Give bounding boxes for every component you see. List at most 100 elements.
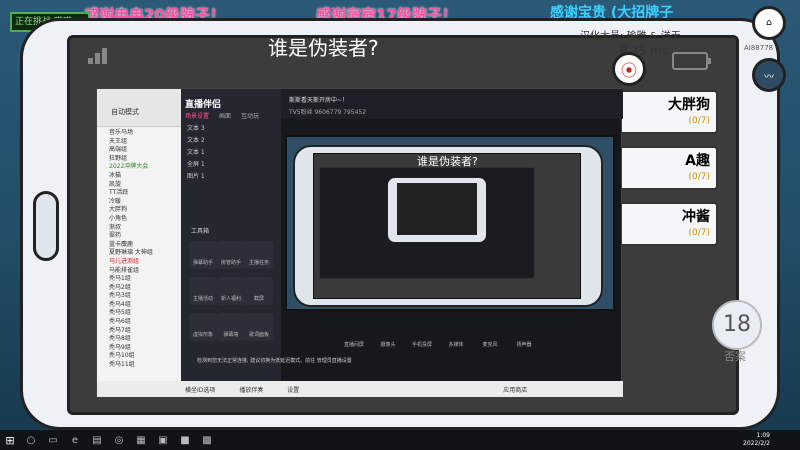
toolbox-grid: 弹幕助手 房管助手 主播任务 主播活动 新人福利 截屏 虚拟形象 弹幕墙 歌词面… bbox=[189, 241, 275, 341]
scene-tabs: 场景设置 画面 互动玩 bbox=[185, 111, 259, 120]
edge-icon[interactable]: e bbox=[64, 430, 86, 450]
app-logo: 直播伴侣 bbox=[185, 100, 222, 110]
tool-button[interactable]: 新人福利 bbox=[217, 277, 245, 305]
room-list-item[interactable]: 高端组 bbox=[97, 144, 181, 153]
room-list-header: 自动模式 bbox=[97, 89, 181, 127]
room-list-item[interactable]: 小角色 bbox=[97, 213, 181, 222]
room-list-item[interactable]: 秃马7组 bbox=[97, 325, 181, 334]
player-card-2: A趣 (0/7) bbox=[618, 146, 718, 190]
source-list: 文本 3 文本 2 文本 1 全屏 1 图片 1 bbox=[187, 123, 205, 183]
status-item[interactable]: 播放伴奏 bbox=[239, 387, 263, 394]
room-list-item[interactable]: 马儿进测组 bbox=[97, 256, 181, 265]
tab-interact[interactable]: 互动玩 bbox=[241, 111, 259, 120]
clock-date: 2022/2/2 bbox=[743, 440, 770, 447]
status-item[interactable]: 设置 bbox=[287, 387, 299, 394]
player-score: (0/7) bbox=[688, 228, 710, 238]
toolbox-label: 工具箱 bbox=[191, 228, 210, 235]
room-list-item[interactable]: 秃马4组 bbox=[97, 299, 181, 308]
room-list-item[interactable]: 渐叔 bbox=[97, 222, 181, 231]
room-list-item[interactable]: 凯旋 bbox=[97, 179, 181, 188]
tool-button[interactable]: 歌词面板 bbox=[245, 313, 273, 341]
room-title: 斯斯看天斯开房中~！ bbox=[289, 97, 349, 104]
countdown-timer: 18 bbox=[712, 300, 762, 350]
room-list-item[interactable]: 秃马6组 bbox=[97, 316, 181, 325]
stream-preview: 谁是伪装者? bbox=[285, 135, 615, 311]
media-button[interactable]: 多媒体 bbox=[443, 331, 469, 348]
streaming-app-window: 自动模式 音乐马场 天王组 高端组 狂野组 2022冲牌大会 冰猫 凯旋 TT活跃 冷暖 大胖狗小… bbox=[96, 88, 623, 397]
room-list-item[interactable]: 秃马10组 bbox=[97, 350, 181, 359]
alarm-icon[interactable]: ⦿ bbox=[612, 52, 646, 86]
room-list-item[interactable]: 冰猫 bbox=[97, 170, 181, 179]
tool-button[interactable]: 主播任务 bbox=[245, 241, 273, 269]
clock-time: 1:09 bbox=[756, 432, 770, 439]
room-list-item[interactable]: 大胖狗 bbox=[97, 204, 181, 213]
player-score: (0/7) bbox=[688, 116, 710, 126]
search-icon[interactable]: ○ bbox=[20, 430, 42, 450]
tool-button[interactable]: 截屏 bbox=[245, 277, 273, 305]
room-list-item[interactable]: 秃马5组 bbox=[97, 307, 181, 316]
room-list-item[interactable]: 秃马8组 bbox=[97, 333, 181, 342]
room-list-item[interactable]: 秃马2组 bbox=[97, 282, 181, 291]
live-controls: 直播间屏 摄像头 手机投屏 多媒体 麦克风 扬声器 bbox=[281, 327, 623, 351]
app-icon-2[interactable]: ▩ bbox=[196, 430, 218, 450]
tool-button[interactable]: 弹幕墙 bbox=[217, 313, 245, 341]
source-item[interactable]: 全屏 1 bbox=[187, 159, 205, 171]
translator-credit: 汉化大员: 瑜雅 & 洋天 bbox=[580, 31, 681, 42]
tool-button[interactable]: 主播活动 bbox=[189, 277, 217, 305]
room-list-item[interactable]: 2022冲牌大会 bbox=[97, 161, 181, 170]
signal-icon bbox=[88, 44, 112, 64]
player-name: 冲酱 bbox=[682, 209, 710, 225]
room-list-item[interactable]: 蓝卡麋鹿 bbox=[97, 239, 181, 248]
tool-button[interactable]: 弹幕助手 bbox=[189, 241, 217, 269]
room-list-item[interactable]: 秃马1组 bbox=[97, 273, 181, 282]
source-item[interactable]: 文本 3 bbox=[187, 123, 205, 135]
status-item[interactable]: 横坐ID选项 bbox=[185, 387, 215, 394]
game-title: 谁是伪装者? bbox=[268, 36, 379, 60]
camera-button[interactable]: 摄像头 bbox=[375, 331, 401, 348]
room-list-item[interactable]: 天王组 bbox=[97, 136, 181, 145]
taskbar-clock[interactable]: 1:09 2022/2/2 bbox=[743, 432, 770, 448]
player-card-3: 冲酱 (0/7) bbox=[618, 202, 718, 246]
room-list-item[interactable]: 音乐马场 bbox=[97, 127, 181, 136]
map-icon[interactable]: 〰 bbox=[752, 58, 786, 92]
game-icon[interactable]: ■ bbox=[174, 430, 196, 450]
speaker-button[interactable]: 扬声器 bbox=[511, 331, 537, 348]
room-info-bar: 斯斯看天斯开房中~！ TV5粉丝 9606779 795452 bbox=[281, 89, 623, 119]
windows-start-icon[interactable]: ⊞ bbox=[0, 430, 20, 450]
preview-nested-screen bbox=[397, 183, 477, 235]
source-item[interactable]: 文本 2 bbox=[187, 135, 205, 147]
player-score: (0/7) bbox=[688, 172, 710, 182]
room-list-item[interactable]: 冷暖 bbox=[97, 196, 181, 205]
screen-capture-button[interactable]: 直播间屏 bbox=[341, 331, 367, 348]
tool-button[interactable]: 虚拟形象 bbox=[189, 313, 217, 341]
folder-icon[interactable]: ▤ bbox=[86, 430, 108, 450]
store-icon[interactable]: ▦ bbox=[130, 430, 152, 450]
microphone-button[interactable]: 麦克风 bbox=[477, 331, 503, 348]
source-item[interactable]: 文本 1 bbox=[187, 147, 205, 159]
task-view-icon[interactable]: ▭ bbox=[42, 430, 64, 450]
room-list-panel: 自动模式 音乐马场 天王组 高端组 狂野组 2022冲牌大会 冰猫 凯旋 TT活跃 冷暖 大胖狗小… bbox=[97, 89, 181, 397]
chrome-icon[interactable]: ◎ bbox=[108, 430, 130, 450]
status-bar: 横坐ID选项 播放伴奏 设置 应用商店 bbox=[97, 381, 623, 397]
room-list-item[interactable]: TT活跃 bbox=[97, 187, 181, 196]
timer-label: 否案 bbox=[724, 350, 746, 363]
room-list-item[interactable]: 翠药 bbox=[97, 230, 181, 239]
report-icon[interactable]: ⌂ bbox=[752, 6, 786, 40]
phone-cast-button[interactable]: 手机投屏 bbox=[409, 331, 435, 348]
room-stats: TV5粉丝 9606779 795452 bbox=[289, 109, 367, 116]
windows-taskbar: ⊞ ○ ▭ e ▤ ◎ ▦ ▣ ■ ▩ 1:09 2022/2/2 bbox=[0, 430, 800, 450]
source-item[interactable]: 图片 1 bbox=[187, 171, 205, 183]
status-item[interactable]: 应用商店 bbox=[503, 387, 527, 394]
room-list-item[interactable]: 秃马3组 bbox=[97, 290, 181, 299]
room-list-item[interactable]: 夏野琳璃 大神组 bbox=[97, 247, 181, 256]
room-list-item[interactable]: 狂野组 bbox=[97, 153, 181, 162]
app-icon[interactable]: ▣ bbox=[152, 430, 174, 450]
room-list: 音乐马场 天王组 高端组 狂野组 2022冲牌大会 冰猫 凯旋 TT活跃 冷暖 大胖狗 小角色 渐叔翠… bbox=[97, 127, 181, 368]
room-list-item[interactable]: 秃马9组 bbox=[97, 342, 181, 351]
room-list-item[interactable]: 秃马11组 bbox=[97, 359, 181, 368]
room-list-item[interactable]: 马能排雀组 bbox=[97, 265, 181, 274]
tool-button[interactable]: 房管助手 bbox=[217, 241, 245, 269]
tablet-home-button[interactable] bbox=[33, 191, 59, 261]
tab-scene[interactable]: 场景设置 bbox=[185, 111, 209, 120]
tab-canvas[interactable]: 画面 bbox=[219, 111, 231, 120]
